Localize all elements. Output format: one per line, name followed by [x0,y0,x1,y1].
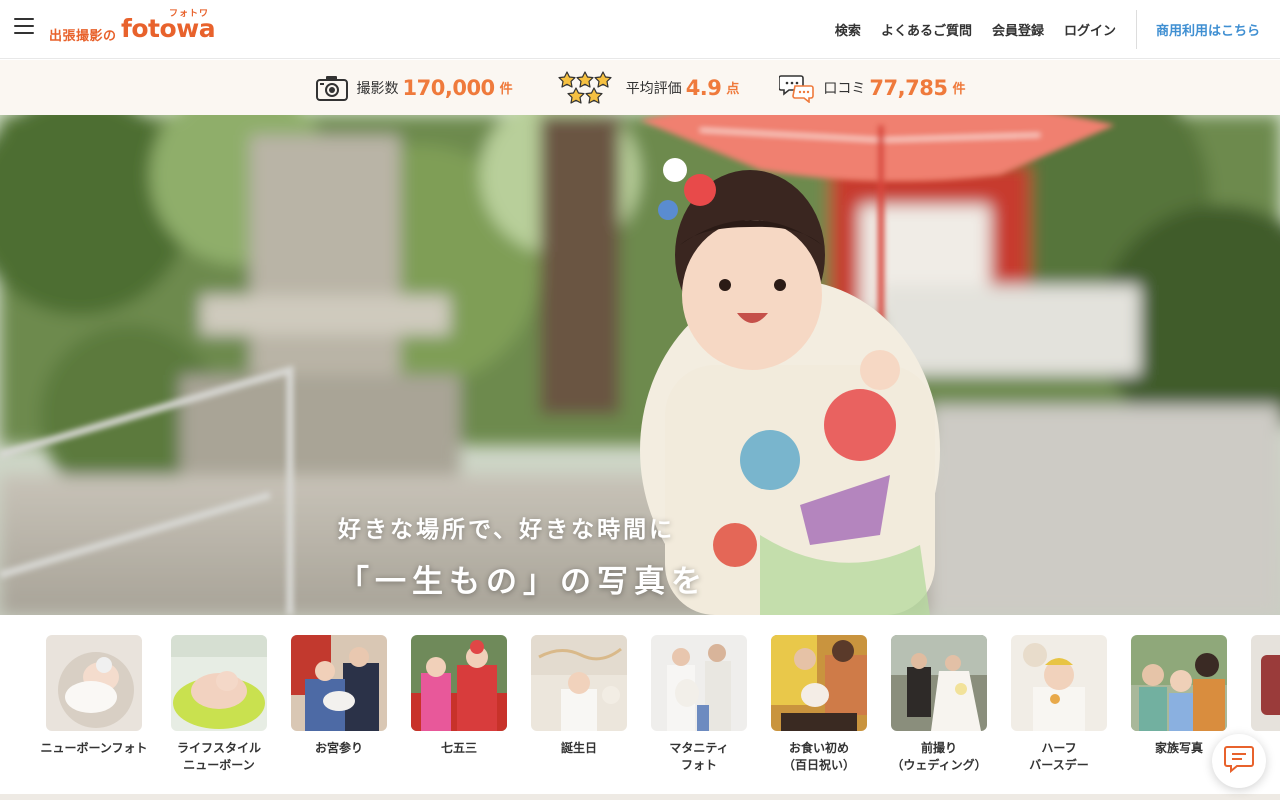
category-newborn[interactable]: ニューボーンフォト [34,635,154,757]
footer-strip [0,794,1280,800]
nav-search-link[interactable]: 検索 [835,20,861,39]
category-thumb [291,635,387,731]
hero-banner: 好きな場所で、好きな時間に 「一生もの」の写真を [0,115,1280,615]
category-okuizome[interactable]: お食い初め （百日祝い） [759,635,879,774]
business-use-link[interactable]: 商用利用はこちら [1156,20,1260,39]
header-nav: 検索 よくあるご質問 会員登録 ログイン 商用利用はこちら [815,0,1280,59]
stat-rating-unit: 点 [726,82,740,97]
category-label: お食い初め （百日祝い） [782,741,855,772]
stat-reviews: 口コミ 77,785 件 [779,73,965,103]
hero-line2: 「一生もの」の写真を [338,564,708,600]
hero-line1: 好きな場所で、好きな時間に [338,517,676,543]
camera-icon [315,74,349,102]
category-family-photo[interactable]: 家族写真 [1119,635,1239,757]
category-lifestyle-newborn[interactable]: ライフスタイル ニューボーン [159,635,279,774]
category-label: ハーフ バースデー [1029,741,1089,772]
category-thumb [46,635,142,731]
category-label: 前撮り （ウェディング） [891,741,987,772]
category-thumb [411,635,507,731]
category-shichigosan[interactable]: 七五三 [399,635,519,757]
category-label: マタニティ フォト [669,741,729,772]
stat-rating: 平均評価 4.9 点 [558,70,740,105]
stars-icon [558,70,612,105]
category-maternity[interactable]: マタニティ フォト [639,635,759,774]
category-thumb [1251,635,1280,731]
category-thumb [1131,635,1227,731]
nav-login-link[interactable]: ログイン [1064,20,1116,39]
category-row: ニューボーンフォト ライフスタイル ニューボーン お宮参り 七五三 誕生日 マタ… [0,615,1280,795]
category-thumb [771,635,867,731]
category-thumb [531,635,627,731]
stat-reviews-unit: 件 [952,82,966,97]
hero-copy: 好きな場所で、好きな時間に 「一生もの」の写真を [338,510,708,601]
stat-reviews-value: 77,785 [869,75,948,100]
category-wedding-prephoto[interactable]: 前撮り （ウェディング） [879,635,999,774]
category-half-birthday[interactable]: ハーフ バースデー [999,635,1119,774]
stat-shoots: 撮影数 170,000 件 [315,74,513,102]
hamburger-menu-icon[interactable] [14,18,34,36]
category-label: ライフスタイル ニューボーン [176,741,261,772]
category-thumb [651,635,747,731]
stat-reviews-label: 口コミ [823,80,866,97]
stats-bar: 撮影数 170,000 件 平均評価 4.9 点 口コミ 77,785 件 [0,60,1280,115]
stat-rating-value: 4.9 [685,75,722,100]
category-birthday[interactable]: 誕生日 [519,635,639,757]
chat-icon [1224,745,1254,777]
stat-shoots-unit: 件 [499,82,513,97]
stat-shoots-value: 170,000 [402,75,496,100]
category-label: 誕生日 [560,741,597,755]
logo-tagline: 出張撮影の [49,29,117,44]
category-omiyamairi[interactable]: お宮参り [279,635,399,757]
site-header: 出張撮影の fotowa フォトワ 検索 よくあるご質問 会員登録 ログイン 商… [0,0,1280,59]
category-label: 七五三 [440,741,477,755]
nav-divider [1135,10,1137,49]
category-thumb [1011,635,1107,731]
stat-rating-label: 平均評価 [625,80,682,97]
category-label: お宮参り [314,741,363,755]
nav-register-link[interactable]: 会員登録 [992,20,1044,39]
category-thumb [171,635,267,731]
category-label: ニューボーンフォト [40,741,148,755]
category-thumb [891,635,987,731]
logo-kana: フォトワ [169,9,210,19]
stat-shoots-label: 撮影数 [356,80,399,97]
chat-button[interactable] [1212,734,1266,788]
nav-faq-link[interactable]: よくあるご質問 [881,20,972,39]
site-logo[interactable]: 出張撮影の fotowa フォトワ [49,8,219,48]
speech-bubbles-icon [779,73,815,103]
